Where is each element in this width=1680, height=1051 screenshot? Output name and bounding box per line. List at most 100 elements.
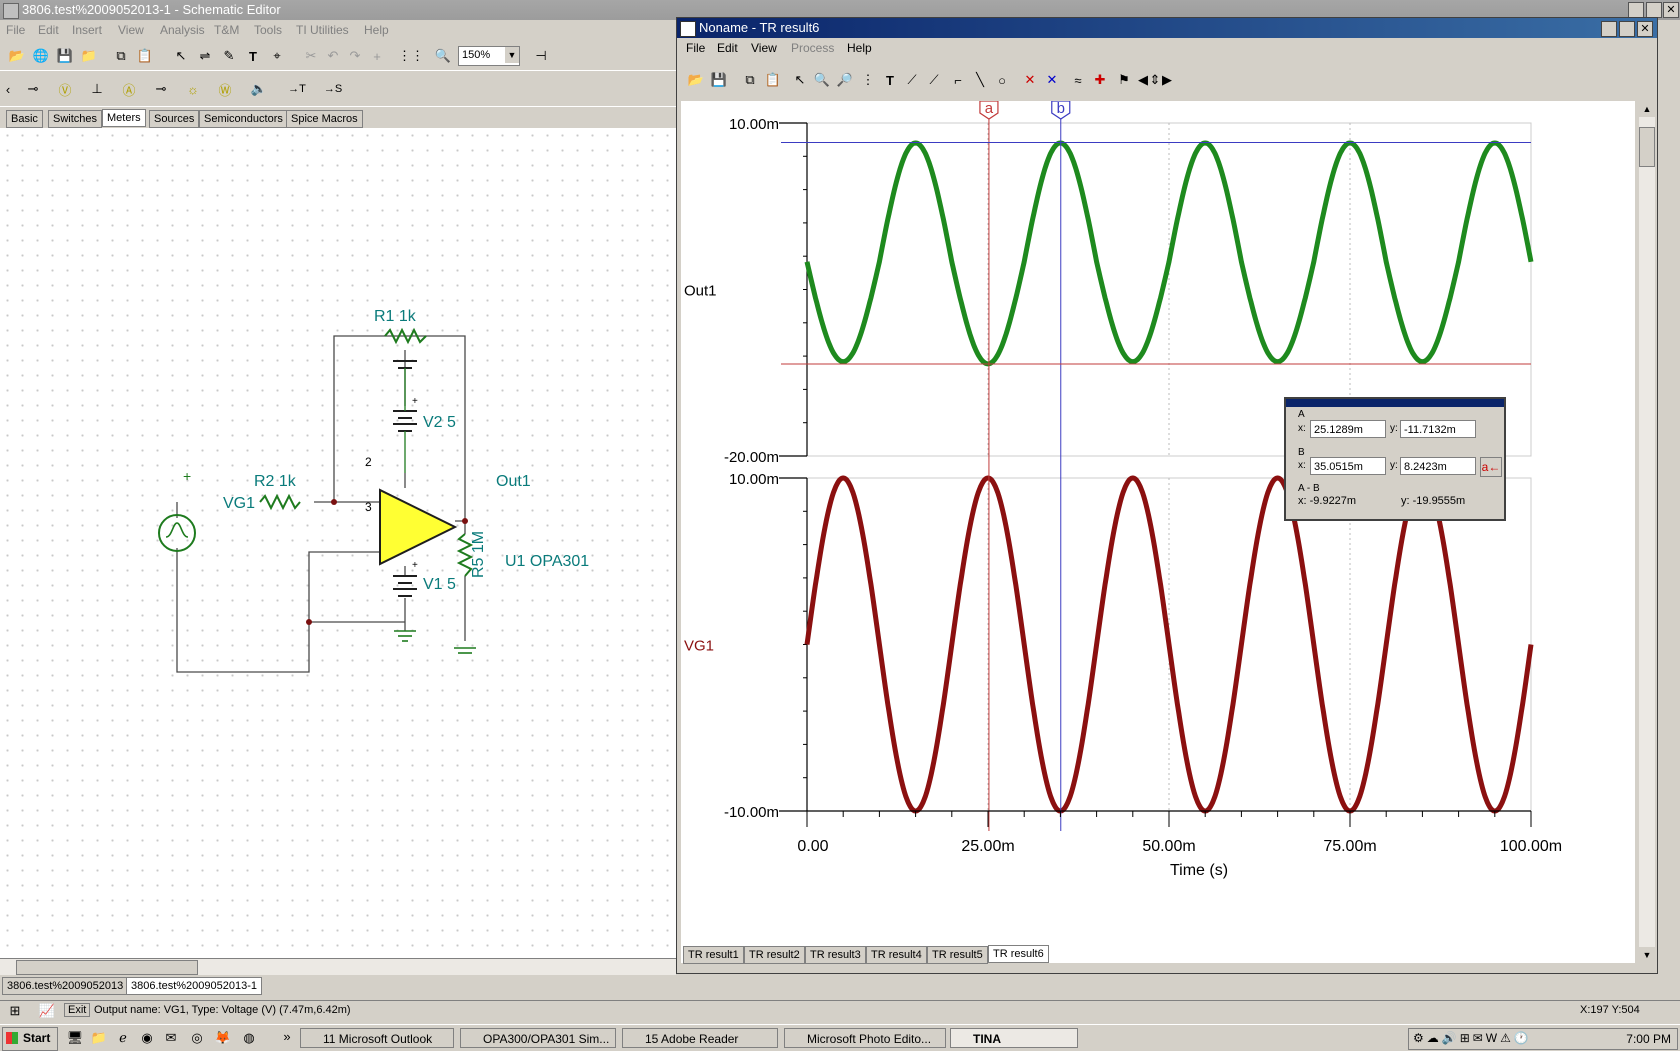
vscroll-up-icon[interactable]: ▲ [1639,101,1655,117]
quicklaunch-camera-icon[interactable]: ◎ [186,1027,208,1049]
text-icon[interactable]: T [242,45,264,67]
result-menu-help[interactable]: Help [847,41,872,55]
menu-analysis[interactable]: Analysis [160,23,205,37]
result-menu-file[interactable]: File [686,41,705,55]
close-icon[interactable]: ✕ [1663,2,1679,18]
schematic-hscrollbar[interactable] [0,958,676,975]
result-line-tool-icon[interactable]: ⟋ [901,69,923,91]
tray-icons[interactable]: ⚙☁🔊⊞✉W⚠🕐 [1413,1031,1532,1045]
scroll-thumb[interactable] [16,960,198,975]
menu-view[interactable]: View [118,23,144,37]
select-arrow-icon[interactable]: ↖ [170,45,192,67]
open-icon[interactable]: 📂 [6,45,28,67]
speaker-icon[interactable]: 🔈 [248,78,270,100]
quicklaunch-firefox-icon[interactable]: 🦊 [212,1027,234,1049]
redo-icon[interactable]: ↷ [344,45,366,67]
result-curve-tool-icon[interactable]: ⟋ [923,69,945,91]
waves-icon[interactable]: ≈ [1067,69,1089,91]
result-circle-icon[interactable]: ○ [991,69,1013,91]
switch-meter-icon[interactable]: ⊥ [86,78,108,100]
result-tab-6[interactable]: TR result6 [988,945,1049,963]
vscroll-down-icon[interactable]: ▼ [1639,947,1655,963]
tab-spice-macros[interactable]: Spice Macros [286,110,363,128]
result-select-icon[interactable]: ↖ [789,69,811,91]
cursor-link-button[interactable]: a← [1480,457,1502,477]
restore-icon[interactable] [1646,2,1662,18]
cut-icon[interactable]: ✂ [300,45,322,67]
ampere-icon[interactable]: Ⓐ [118,78,140,100]
result-tab-2[interactable]: TR result2 [744,946,805,964]
quicklaunch-app-icon[interactable]: ◉ [136,1027,158,1049]
doc-tab-2[interactable]: 3806.test%2009052013-1 [126,977,262,995]
pin-icon[interactable]: ⊣ [530,45,552,67]
grid-icon[interactable]: ⋮⋮ [398,45,424,67]
result-line-icon[interactable]: ╲ [969,69,991,91]
result-grid-icon[interactable]: ⋮ [857,69,879,91]
cursor-b-y-field[interactable]: 8.2423m [1400,457,1476,475]
quicklaunch-more-icon[interactable]: » [276,1025,298,1047]
zoom-in-icon[interactable]: 🔍 [811,69,833,91]
tab-basic[interactable]: Basic [6,110,43,128]
result-tab-1[interactable]: TR result1 [683,946,744,964]
plot-area[interactable]: 10.00m -20.00m Out1 10.00m -10.00m VG1 a b 0.00 2… [681,101,1635,963]
zoom-icon[interactable]: 🔍 [432,45,454,67]
quicklaunch-ie-icon[interactable]: ℯ [112,1027,134,1049]
result-minimize-icon[interactable] [1601,21,1617,37]
quicklaunch-desktop-icon[interactable]: 🖥 [64,1027,86,1049]
task-tina[interactable]: TINA [950,1028,1078,1048]
result-vscrollbar[interactable]: ▲ ▼ [1639,101,1655,963]
menu-tools[interactable]: Tools [254,23,282,37]
result-menu-edit[interactable]: Edit [717,41,738,55]
zoom-select[interactable]: 150% ▼ [458,46,520,66]
lamp-icon[interactable]: ☼ [182,78,204,100]
transient-plot[interactable]: 10.00m -20.00m Out1 10.00m -10.00m VG1 a b 0.00 2… [681,101,1635,963]
result-tab-3[interactable]: TR result3 [805,946,866,964]
label-icon[interactable]: ⌖ [266,45,288,67]
pencil-icon[interactable]: ✎ [218,45,240,67]
paste-icon[interactable]: 📋 [134,45,156,67]
result-close-icon[interactable]: ✕ [1637,21,1653,37]
menu-tm[interactable]: T&M [214,23,239,37]
wire-icon[interactable]: ⇌ [194,45,216,67]
minimize-icon[interactable] [1628,2,1644,18]
task-photo-editor[interactable]: Microsoft Photo Edito... [784,1028,946,1048]
menu-insert[interactable]: Insert [72,23,102,37]
flag-icon[interactable]: ⚑ [1113,69,1135,91]
quicklaunch-folder-icon[interactable]: 📁 [88,1027,110,1049]
result-open-icon[interactable]: 📂 [685,69,707,91]
vscroll-thumb[interactable] [1639,127,1655,167]
result-text-icon[interactable]: T [879,69,901,91]
cursor-readout-panel[interactable]: A x: 25.1289m y: -11.7132m B x: 35.0515m… [1284,397,1506,521]
cursor-b-x-field[interactable]: 35.0515m [1310,457,1386,475]
cursor-a-y-field[interactable]: -11.7132m [1400,420,1476,438]
exit-button[interactable]: Exit [64,1003,91,1017]
result-paste-icon[interactable]: 📋 [762,69,784,91]
save-icon[interactable]: 💾 [54,45,76,67]
tab-meters[interactable]: Meters [102,109,146,127]
undo-icon[interactable]: ↶ [322,45,344,67]
bulb-icon[interactable]: Ⓦ [214,78,236,100]
result-tab-4[interactable]: TR result4 [866,946,927,964]
schematic-canvas[interactable]: R1 1k R2 1k VG1 V2 5 V1 5 R5 1M Out1 U1 … [0,128,676,960]
probe-icon[interactable]: ⊸ [150,78,172,100]
tab-semiconductors[interactable]: Semiconductors [199,110,288,128]
menu-file[interactable]: File [6,23,25,37]
nav-right-icon[interactable]: ▶ [1161,69,1173,91]
folder-icon[interactable]: 📁 [78,45,100,67]
menu-edit[interactable]: Edit [38,23,59,37]
result-save-icon[interactable]: 💾 [708,69,730,91]
to-s-icon[interactable]: →S [322,78,344,100]
nav-updown-icon[interactable]: ⇕ [1149,69,1161,91]
voltmeter-icon[interactable]: Ⓥ [54,78,76,100]
status-chart-icon[interactable]: 📈 [36,1000,58,1022]
quicklaunch-chrome-icon[interactable]: ◍ [238,1027,260,1049]
scroll-left-icon[interactable]: ‹ [2,78,14,100]
result-tab-5[interactable]: TR result5 [927,946,988,964]
zoom-out-icon[interactable]: 🔎 [834,69,856,91]
tab-sources[interactable]: Sources [149,110,200,128]
quicklaunch-outlook-icon[interactable]: ✉ [160,1027,182,1049]
junction-icon[interactable]: + [366,45,388,67]
menu-help[interactable]: Help [364,23,389,37]
circuit-diagram[interactable] [0,128,676,948]
cursor-b-icon[interactable]: ✕ [1041,69,1063,91]
